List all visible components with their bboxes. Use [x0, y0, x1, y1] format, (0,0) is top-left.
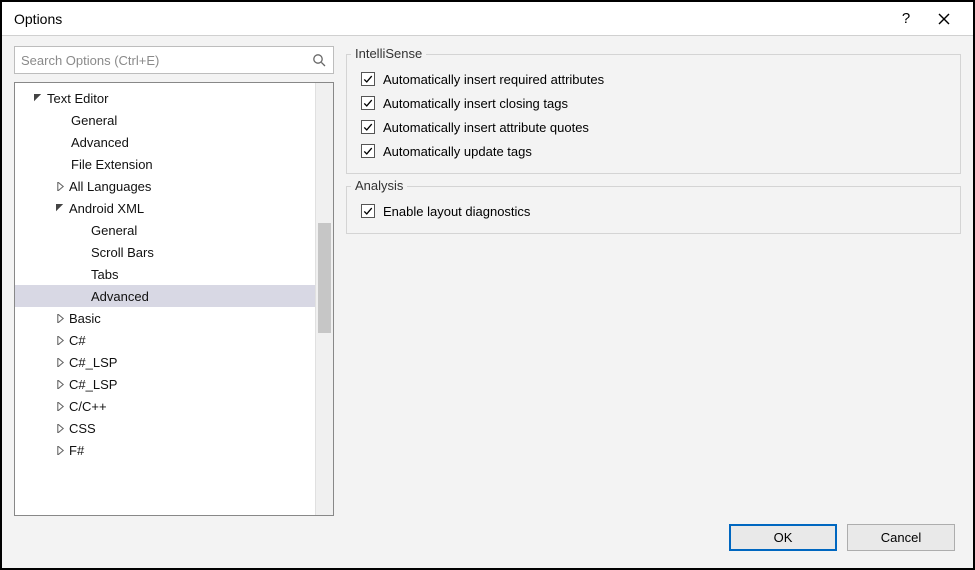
check-auto-attributes[interactable]: Automatically insert required attributes — [361, 67, 948, 91]
tree-label: C#_LSP — [69, 377, 117, 392]
checkbox-icon — [361, 96, 375, 110]
tree-label: C/C++ — [69, 399, 107, 414]
titlebar: Options ? — [2, 2, 973, 36]
checkbox-icon — [361, 120, 375, 134]
tree-item-file-extension[interactable]: File Extension — [15, 153, 315, 175]
tree-item-csharp-lsp-2[interactable]: C#_LSP — [15, 373, 315, 395]
tree-label: F# — [69, 443, 84, 458]
checkbox-icon — [361, 204, 375, 218]
tree-item-fsharp[interactable]: F# — [15, 439, 315, 461]
tree-label: Scroll Bars — [91, 245, 154, 260]
tree-label: Advanced — [71, 135, 129, 150]
tree-item-text-editor[interactable]: Text Editor — [15, 87, 315, 109]
tree-item-css[interactable]: CSS — [15, 417, 315, 439]
tree-item-android-xml[interactable]: Android XML — [15, 197, 315, 219]
help-button[interactable]: ? — [887, 2, 925, 35]
chevron-right-icon — [53, 377, 67, 391]
tree-label: Text Editor — [47, 91, 108, 106]
dialog-body: Text Editor General Advanced File Extens… — [2, 36, 973, 568]
group-title: Analysis — [351, 178, 407, 193]
chevron-right-icon — [53, 179, 67, 193]
tree-label: File Extension — [71, 157, 153, 172]
cancel-button[interactable]: Cancel — [847, 524, 955, 551]
group-title: IntelliSense — [351, 46, 426, 61]
button-label: Cancel — [881, 530, 921, 545]
chevron-right-icon — [53, 399, 67, 413]
tree-item-csharp[interactable]: C# — [15, 329, 315, 351]
check-label: Automatically insert attribute quotes — [383, 120, 589, 135]
checkbox-icon — [361, 72, 375, 86]
tree-label: General — [71, 113, 117, 128]
check-label: Automatically update tags — [383, 144, 532, 159]
ok-button[interactable]: OK — [729, 524, 837, 551]
check-label: Automatically insert closing tags — [383, 96, 568, 111]
tree-item-ax-tabs[interactable]: Tabs — [15, 263, 315, 285]
check-label: Enable layout diagnostics — [383, 204, 530, 219]
tree-item-general[interactable]: General — [15, 109, 315, 131]
chevron-down-icon — [53, 201, 67, 215]
check-attr-quotes[interactable]: Automatically insert attribute quotes — [361, 115, 948, 139]
chevron-right-icon — [53, 355, 67, 369]
tree-item-ax-general[interactable]: General — [15, 219, 315, 241]
chevron-right-icon — [53, 421, 67, 435]
group-intellisense: IntelliSense Automatically insert requir… — [346, 54, 961, 174]
close-icon — [938, 13, 950, 25]
tree-label: Android XML — [69, 201, 144, 216]
tree-label: CSS — [69, 421, 96, 436]
tree-label: Basic — [69, 311, 101, 326]
tree-label: General — [91, 223, 137, 238]
tree-item-csharp-lsp-1[interactable]: C#_LSP — [15, 351, 315, 373]
tree-label: Tabs — [91, 267, 118, 282]
tree-label: C#_LSP — [69, 355, 117, 370]
search-wrap — [14, 46, 334, 74]
chevron-right-icon — [53, 443, 67, 457]
chevron-right-icon — [53, 333, 67, 347]
right-pane: IntelliSense Automatically insert requir… — [346, 46, 961, 516]
close-button[interactable] — [925, 2, 963, 35]
tree-label: All Languages — [69, 179, 151, 194]
tree-item-ax-scrollbars[interactable]: Scroll Bars — [15, 241, 315, 263]
tree-label: Advanced — [91, 289, 149, 304]
left-pane: Text Editor General Advanced File Extens… — [14, 46, 334, 516]
tree-item-ax-advanced[interactable]: Advanced — [15, 285, 315, 307]
scrollbar-thumb[interactable] — [318, 223, 331, 333]
tree-item-advanced[interactable]: Advanced — [15, 131, 315, 153]
check-update-tags[interactable]: Automatically update tags — [361, 139, 948, 163]
check-label: Automatically insert required attributes — [383, 72, 604, 87]
button-label: OK — [774, 530, 793, 545]
chevron-down-icon — [31, 91, 45, 105]
footer: OK Cancel — [14, 516, 961, 558]
options-tree[interactable]: Text Editor General Advanced File Extens… — [15, 83, 315, 515]
check-closing-tags[interactable]: Automatically insert closing tags — [361, 91, 948, 115]
tree-item-ccpp[interactable]: C/C++ — [15, 395, 315, 417]
tree-label: C# — [69, 333, 86, 348]
tree-item-all-languages[interactable]: All Languages — [15, 175, 315, 197]
tree-item-basic[interactable]: Basic — [15, 307, 315, 329]
main-area: Text Editor General Advanced File Extens… — [14, 46, 961, 516]
chevron-right-icon — [53, 311, 67, 325]
group-analysis: Analysis Enable layout diagnostics — [346, 186, 961, 234]
dialog-title: Options — [14, 11, 887, 27]
options-dialog: Options ? — [0, 0, 975, 570]
check-layout-diag[interactable]: Enable layout diagnostics — [361, 199, 948, 223]
tree-container: Text Editor General Advanced File Extens… — [14, 82, 334, 516]
search-icon — [311, 52, 327, 68]
checkbox-icon — [361, 144, 375, 158]
search-input[interactable] — [21, 53, 311, 68]
tree-scrollbar[interactable] — [315, 83, 333, 515]
